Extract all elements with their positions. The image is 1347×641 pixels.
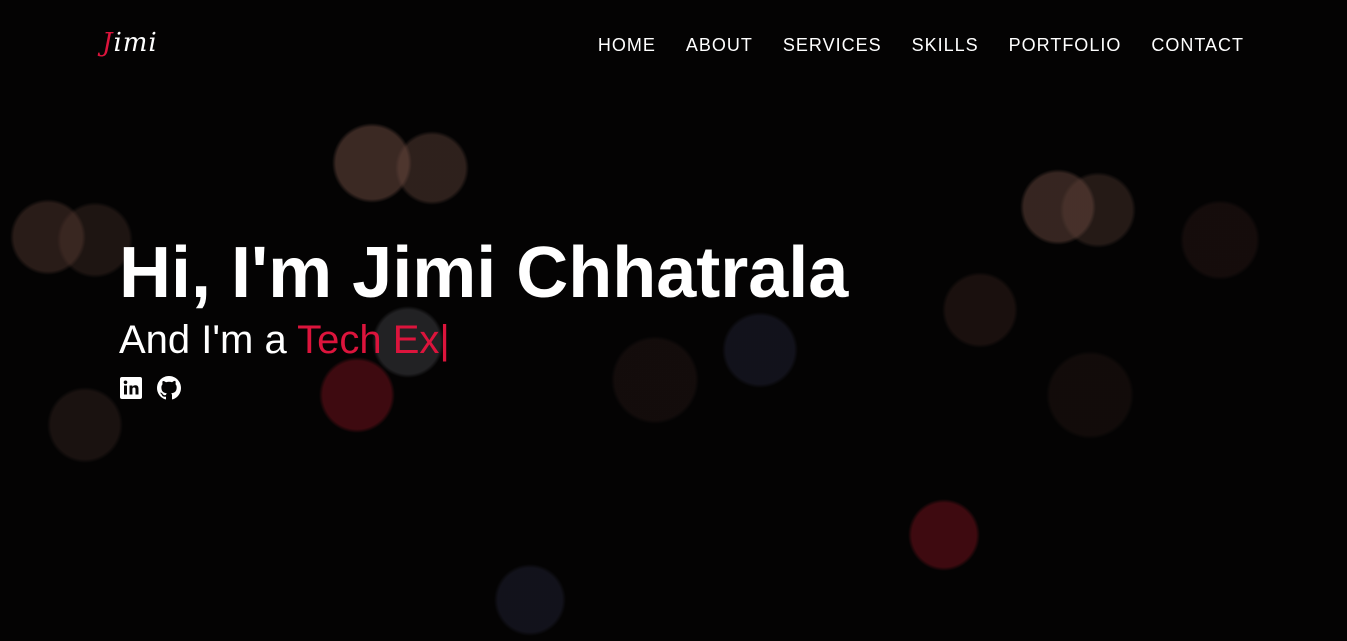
- nav-menu: HOME ABOUT SERVICES SKILLS PORTFOLIO CON…: [598, 35, 1244, 56]
- subtitle-prefix: And I'm a: [119, 318, 298, 362]
- nav-item-portfolio[interactable]: PORTFOLIO: [1009, 35, 1122, 56]
- typing-cursor: |: [439, 318, 450, 362]
- navbar: Jimi HOME ABOUT SERVICES SKILLS PORTFOLI…: [0, 0, 1347, 92]
- logo-rest: imi: [113, 28, 158, 58]
- nav-item-home[interactable]: HOME: [598, 35, 656, 56]
- hero-subtitle: And I'm a Tech Ex|: [119, 314, 848, 366]
- nav-item-skills[interactable]: SKILLS: [912, 35, 979, 56]
- site-logo[interactable]: Jimi: [102, 28, 158, 58]
- nav-item-contact[interactable]: CONTACT: [1151, 35, 1244, 56]
- nav-item-about[interactable]: ABOUT: [686, 35, 753, 56]
- hero-section: Jimi HOME ABOUT SERVICES SKILLS PORTFOLI…: [0, 0, 1347, 641]
- linkedin-icon[interactable]: [119, 376, 143, 400]
- nav-item-services[interactable]: SERVICES: [783, 35, 882, 56]
- github-icon[interactable]: [157, 376, 181, 400]
- typed-role-text: Tech Ex: [297, 318, 440, 362]
- hero-content: Hi, I'm Jimi Chhatrala And I'm a Tech Ex…: [119, 232, 848, 400]
- social-links: [119, 376, 848, 400]
- logo-first-letter: J: [102, 28, 114, 58]
- hero-title: Hi, I'm Jimi Chhatrala: [119, 233, 849, 313]
